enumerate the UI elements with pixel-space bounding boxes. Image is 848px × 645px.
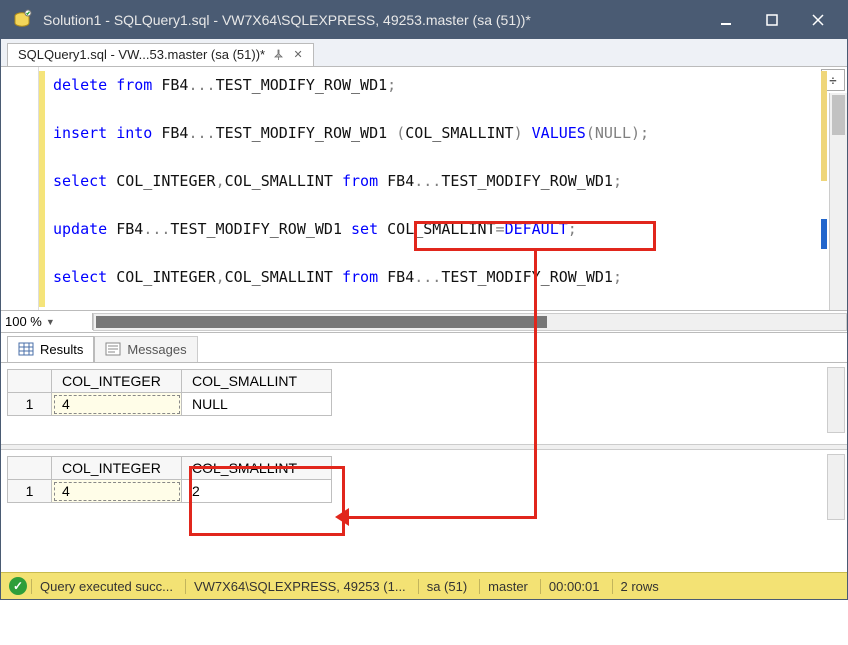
tab-messages[interactable]: Messages [94, 336, 197, 362]
tab-results[interactable]: Results [7, 336, 94, 362]
grid-icon [18, 341, 34, 357]
grid-cell[interactable]: 2 [182, 480, 332, 503]
results-grid-2-panel: COL_INTEGER COL_SMALLINT 1 4 2 [1, 450, 847, 503]
document-tab-strip: SQLQuery1.sql - VW...53.master (sa (51))… [1, 39, 847, 67]
status-rows: 2 rows [612, 579, 667, 594]
document-tab-label: SQLQuery1.sql - VW...53.master (sa (51))… [18, 47, 265, 62]
window-controls [703, 5, 841, 35]
grid-corner[interactable] [8, 457, 52, 480]
grid-corner[interactable] [8, 370, 52, 393]
editor-vertical-scrollbar[interactable] [829, 93, 847, 310]
change-marker [39, 71, 45, 307]
status-db: master [479, 579, 536, 594]
zoom-value: 100 % [5, 314, 42, 329]
grid-cell[interactable]: NULL [182, 393, 332, 416]
grid-cell[interactable]: 4 [52, 480, 182, 503]
column-header[interactable]: COL_SMALLINT [182, 370, 332, 393]
results-body: COL_INTEGER COL_SMALLINT 1 4 NULL COL_IN… [1, 363, 847, 572]
column-header[interactable]: COL_INTEGER [52, 457, 182, 480]
titlebar[interactable]: Solution1 - SQLQuery1.sql - VW7X64\SQLEX… [1, 1, 847, 39]
messages-icon [105, 341, 121, 357]
grid-vertical-scrollbar[interactable] [827, 367, 845, 433]
maximize-button[interactable] [749, 5, 795, 35]
results-grid-2[interactable]: COL_INTEGER COL_SMALLINT 1 4 2 [7, 456, 332, 503]
column-header[interactable]: COL_INTEGER [52, 370, 182, 393]
row-header[interactable]: 1 [8, 393, 52, 416]
tab-messages-label: Messages [127, 342, 186, 357]
status-bar: ✓ Query executed succ... VW7X64\SQLEXPRE… [1, 572, 847, 599]
status-server: VW7X64\SQLEXPRESS, 49253 (1... [185, 579, 414, 594]
overview-marker-blue [821, 219, 827, 249]
document-tab[interactable]: SQLQuery1.sql - VW...53.master (sa (51))… [7, 43, 314, 66]
zoom-combo[interactable]: 100 % ▼ [1, 313, 93, 330]
grid-cell[interactable]: 4 [52, 393, 182, 416]
results-grid-1-panel: COL_INTEGER COL_SMALLINT 1 4 NULL [1, 363, 847, 416]
close-tab-icon[interactable]: ✕ [291, 48, 305, 62]
success-icon: ✓ [9, 577, 27, 595]
zoom-row: 100 % ▼ [1, 311, 847, 333]
table-row: 1 4 2 [8, 480, 332, 503]
sql-editor[interactable]: delete from FB4...TEST_MODIFY_ROW_WD1; i… [1, 67, 847, 311]
status-time: 00:00:01 [540, 579, 608, 594]
code-content[interactable]: delete from FB4...TEST_MODIFY_ROW_WD1; i… [39, 67, 819, 310]
status-user: sa (51) [418, 579, 475, 594]
app-window: Solution1 - SQLQuery1.sql - VW7X64\SQLEX… [0, 0, 848, 600]
table-row: 1 4 NULL [8, 393, 332, 416]
app-icon [11, 9, 33, 31]
close-button[interactable] [795, 5, 841, 35]
results-grid-1[interactable]: COL_INTEGER COL_SMALLINT 1 4 NULL [7, 369, 332, 416]
scrollbar-thumb[interactable] [96, 316, 547, 328]
minimize-button[interactable] [703, 5, 749, 35]
overview-marker-amber [821, 71, 827, 181]
editor-gutter [1, 67, 39, 310]
window-title: Solution1 - SQLQuery1.sql - VW7X64\SQLEX… [43, 12, 693, 28]
status-message: Query executed succ... [31, 579, 181, 594]
scrollbar-thumb[interactable] [832, 95, 845, 135]
editor-horizontal-scrollbar[interactable] [93, 313, 847, 331]
chevron-down-icon: ▼ [46, 317, 55, 327]
grid-vertical-scrollbar[interactable] [827, 454, 845, 520]
column-header[interactable]: COL_SMALLINT [182, 457, 332, 480]
pin-icon[interactable] [271, 48, 285, 62]
row-header[interactable]: 1 [8, 480, 52, 503]
results-tab-strip: Results Messages [1, 333, 847, 363]
tab-results-label: Results [40, 342, 83, 357]
